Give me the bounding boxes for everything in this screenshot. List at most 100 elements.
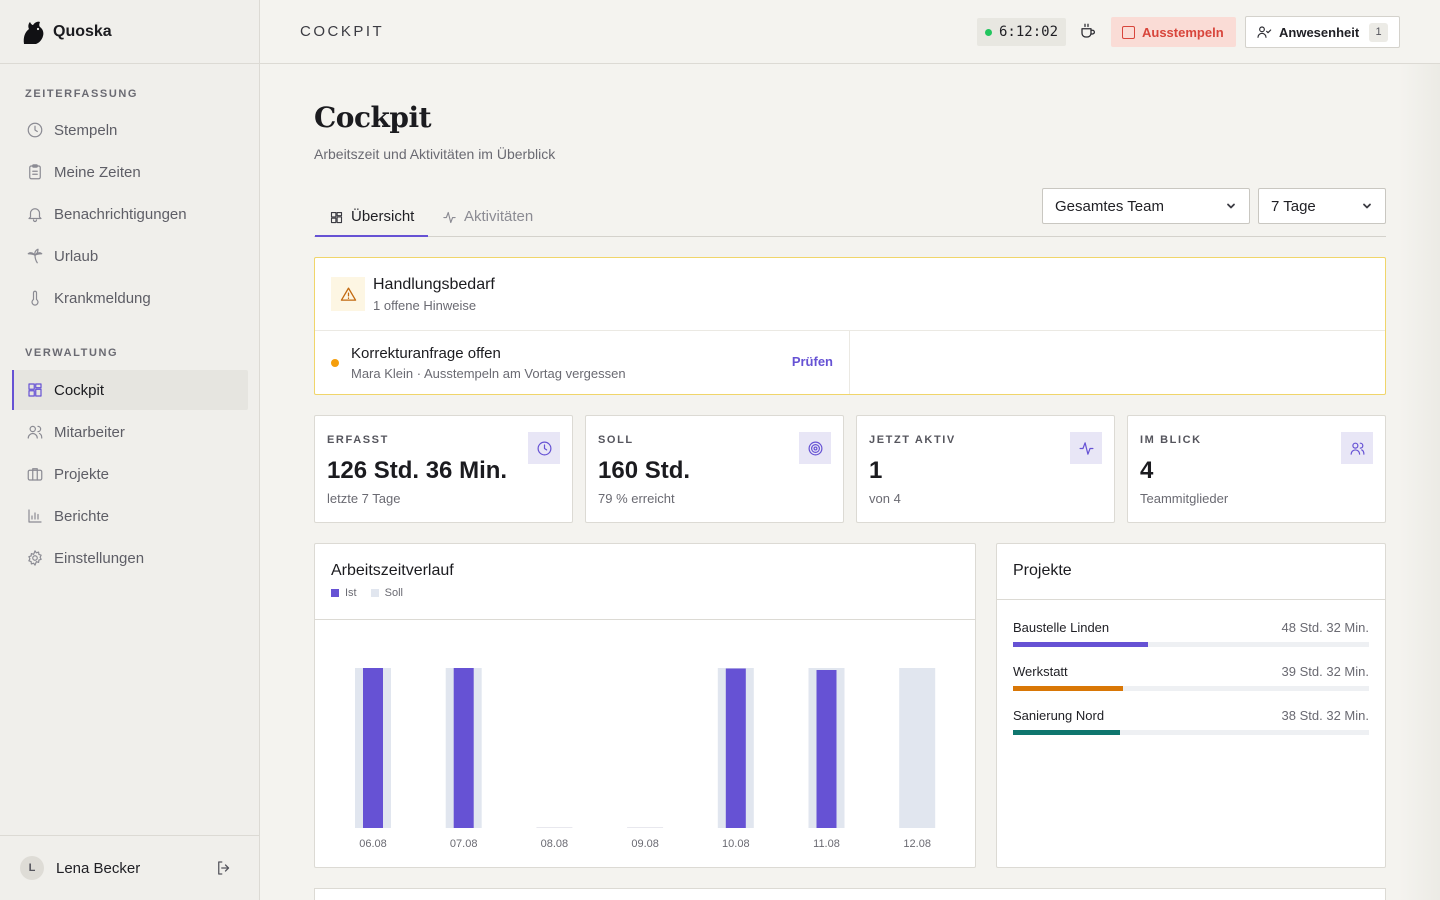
- kpi-card-soll: SOLL 160 Std. 79 % erreicht: [585, 415, 844, 523]
- kpi-value: 126 Std. 36 Min.: [327, 457, 508, 484]
- sidebar-item-label: Berichte: [54, 507, 110, 525]
- page-subtitle: Arbeitszeit und Aktivitäten im Überblick: [314, 146, 556, 162]
- coffee-cup-icon[interactable]: [1079, 22, 1097, 40]
- bar-ist-07.08[interactable]: [453, 668, 474, 828]
- alert-header: Handlungsbedarf 1 offene Hinweise: [315, 258, 1385, 331]
- users-icon: [27, 425, 43, 439]
- dashboard-icon: [28, 383, 42, 397]
- review-button[interactable]: Prüfen: [792, 354, 833, 369]
- sidebar-item-label: Krankmeldung: [54, 289, 151, 307]
- user-name: Lena Becker: [56, 859, 141, 877]
- bar-ist-11.08[interactable]: [816, 670, 837, 828]
- project-progress-track: [1013, 730, 1369, 735]
- sidebar-item-label: Cockpit: [54, 381, 105, 399]
- kpi-card-jetzt-aktiv: JETZT AKTIV 1 von 4: [856, 415, 1115, 523]
- alert-title: Handlungsbedarf: [373, 276, 495, 293]
- legend-item-soll: Soll: [370, 587, 403, 599]
- card-header: Projekte: [997, 544, 1385, 600]
- kpi-sub: von 4: [869, 491, 901, 506]
- sidebar-item-label: Urlaub: [54, 247, 99, 265]
- project-progress-fill: [1013, 730, 1120, 735]
- sidebar-item-cockpit[interactable]: Cockpit: [12, 370, 248, 410]
- sidebar: Quoska ZEITERFASSUNG Stempeln Meine Zeit…: [0, 0, 260, 900]
- project-progress-fill: [1013, 686, 1124, 691]
- users-icon: [1350, 442, 1364, 455]
- kpi-label: JETZT AKTIV: [869, 434, 956, 446]
- legend-item-ist: Ist: [331, 587, 357, 599]
- scroll-shade: [1400, 64, 1440, 900]
- user-bar: L Lena Becker: [0, 835, 259, 900]
- target-icon: [808, 441, 822, 455]
- kpi-sub: 79 % erreicht: [598, 491, 675, 506]
- project-hours: 39 Std. 32 Min.: [1281, 664, 1369, 679]
- warning-dot-icon: [331, 359, 339, 367]
- logout-icon[interactable]: [215, 859, 233, 877]
- legend-label: Soll: [384, 587, 403, 599]
- timer-value: 6:12:02: [999, 24, 1059, 40]
- avatar[interactable]: L: [20, 856, 44, 880]
- clock-out-label: Ausstempeln: [1142, 24, 1224, 40]
- sidebar-item-projekte[interactable]: Projekte: [12, 454, 248, 494]
- thermometer-icon: [31, 290, 39, 306]
- bar-ist-10.08[interactable]: [725, 668, 746, 829]
- alert-icon-box: [331, 277, 365, 311]
- sidebar-item-benachrichtigungen[interactable]: Benachrichtigungen: [12, 194, 248, 234]
- project-row[interactable]: Sanierung Nord 38 Std. 32 Min.: [1013, 708, 1369, 742]
- projects-card: Projekte Baustelle Linden 48 Std. 32 Min…: [996, 543, 1386, 868]
- team-filter-value: Gesamtes Team: [1055, 197, 1164, 215]
- project-progress-track: [1013, 642, 1369, 647]
- project-progress-fill: [1013, 642, 1149, 647]
- kpi-sub: letzte 7 Tage: [327, 491, 401, 506]
- worktime-bar-chart: 06.08 07.08 08.08 09.08 10.08 11.08 12.08: [355, 668, 936, 850]
- sidebar-item-stempeln[interactable]: Stempeln: [12, 110, 248, 150]
- activity-icon: [443, 211, 456, 224]
- tab-uebersicht[interactable]: Übersicht: [315, 208, 428, 237]
- project-hours: 38 Std. 32 Min.: [1281, 708, 1369, 723]
- dashboard-icon: [330, 211, 343, 224]
- kpi-card-im-blick: IM BLICK 4 Teammitglieder: [1127, 415, 1386, 523]
- bell-icon: [28, 208, 42, 223]
- sidebar-item-urlaub[interactable]: Urlaub: [12, 236, 248, 276]
- presence-button[interactable]: Anwesenheit 1: [1245, 16, 1400, 48]
- range-filter-select[interactable]: 7 Tage: [1258, 188, 1386, 224]
- bar-ist-06.08[interactable]: [363, 668, 383, 828]
- clock-out-button[interactable]: Ausstempeln: [1111, 17, 1236, 47]
- kpi-icon-box: [1341, 432, 1373, 464]
- breadcrumb: COCKPIT: [300, 23, 385, 40]
- alert-item-title: Korrekturanfrage offen: [351, 345, 501, 362]
- tab-label: Übersicht: [351, 208, 415, 225]
- sidebar-item-label: Einstellungen: [54, 549, 145, 567]
- quokka-logo-icon: [23, 21, 44, 44]
- sidebar-item-label: Mitarbeiter: [54, 423, 125, 441]
- sidebar-item-einstellungen[interactable]: Einstellungen: [12, 538, 248, 578]
- topbar: COCKPIT 6:12:02 Ausstempeln Anwesenheit …: [260, 0, 1440, 64]
- bar-chart-icon: [28, 509, 42, 523]
- worktime-chart-card: Arbeitszeitverlauf Ist Soll 06.08 07.08 08…: [314, 543, 976, 868]
- action-required-panel: Handlungsbedarf 1 offene Hinweise Korrek…: [314, 257, 1386, 395]
- sidebar-item-krankmeldung[interactable]: Krankmeldung: [12, 278, 248, 318]
- team-filter-select[interactable]: Gesamtes Team: [1042, 188, 1250, 224]
- card-title: Arbeitszeitverlauf: [331, 562, 454, 579]
- kpi-icon-box: [1070, 432, 1102, 464]
- tab-label: Aktivitäten: [464, 208, 534, 225]
- sidebar-item-meine-zeiten[interactable]: Meine Zeiten: [12, 152, 248, 192]
- briefcase-icon: [27, 468, 43, 481]
- next-card: [314, 888, 1386, 900]
- sidebar-item-berichte[interactable]: Berichte: [12, 496, 248, 536]
- kpi-label: SOLL: [598, 434, 634, 446]
- sidebar-item-mitarbeiter[interactable]: Mitarbeiter: [12, 412, 248, 452]
- sidebar-item-label: Stempeln: [54, 121, 118, 139]
- clock-icon: [27, 122, 43, 138]
- card-title: Projekte: [1013, 562, 1072, 579]
- project-row[interactable]: Werkstatt 39 Std. 32 Min.: [1013, 664, 1369, 698]
- stop-icon: [1122, 25, 1135, 39]
- user-check-icon: [1257, 26, 1272, 38]
- project-row[interactable]: Baustelle Linden 48 Std. 32 Min.: [1013, 620, 1369, 654]
- running-timer: 6:12:02: [977, 18, 1066, 46]
- brand[interactable]: Quoska: [0, 0, 259, 64]
- range-filter-value: 7 Tage: [1271, 197, 1316, 215]
- page-title: Cockpit: [314, 101, 432, 134]
- section-title-verwaltung: VERWALTUNG: [25, 347, 119, 359]
- x-tick-label: 08.08: [541, 838, 569, 850]
- tab-aktivitaeten[interactable]: Aktivitäten: [442, 208, 533, 237]
